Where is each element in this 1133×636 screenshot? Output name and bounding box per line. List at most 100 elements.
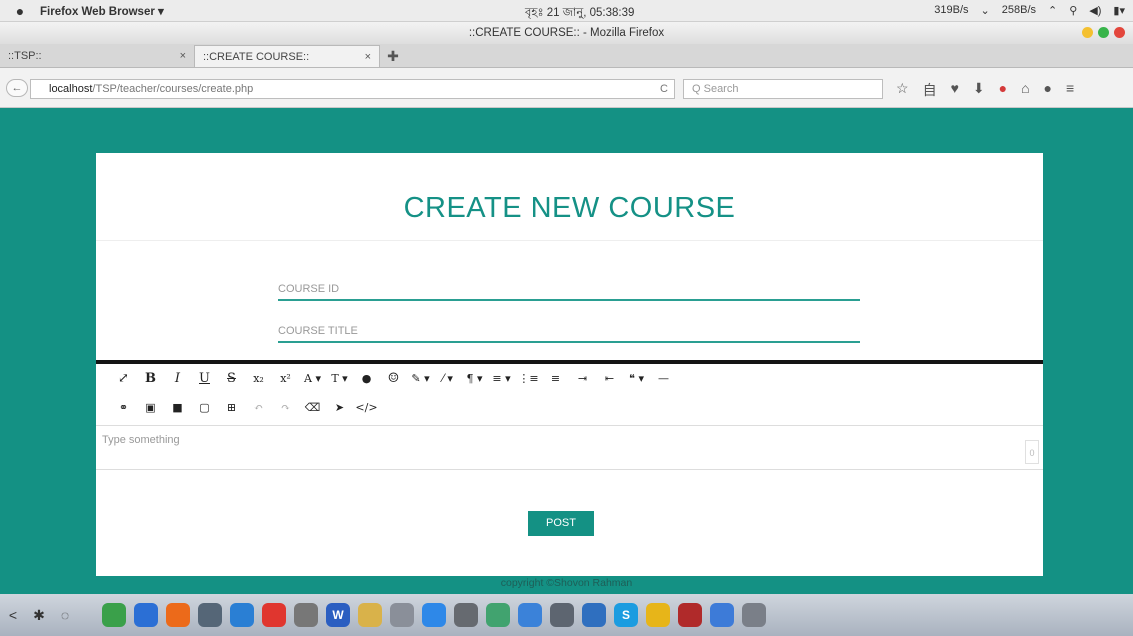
- dock-app-icon[interactable]: [454, 603, 478, 627]
- clock: বৃহঃ 21 জানু, 05:38:39: [525, 7, 635, 19]
- dock-app-icon[interactable]: [742, 603, 766, 627]
- editor-placeholder: Type something: [102, 434, 180, 446]
- unordered-list-button[interactable]: ≡: [542, 372, 569, 385]
- app-menu[interactable]: Firefox Web Browser ▾: [40, 4, 164, 18]
- tab-create-course[interactable]: ::CREATE COURSE:: ×: [195, 45, 380, 67]
- dock-app-icon[interactable]: [678, 603, 702, 627]
- italic-button[interactable]: I: [164, 371, 191, 386]
- strikethrough-button[interactable]: S: [218, 371, 245, 386]
- close-icon[interactable]: ×: [180, 50, 186, 62]
- dock-app-icon[interactable]: W: [326, 603, 350, 627]
- superscript-button[interactable]: x²: [272, 372, 299, 385]
- indent-button[interactable]: ⇥: [569, 372, 596, 385]
- bold-button[interactable]: B: [137, 371, 164, 386]
- undo-icon[interactable]: ↶: [245, 401, 272, 414]
- window-controls: [1082, 27, 1125, 38]
- upload-speed: 319B/s: [934, 4, 969, 16]
- minimize-button[interactable]: [1082, 27, 1093, 38]
- copyright-footer: copyright ©Shovon Rahman: [500, 577, 633, 589]
- reading-list-icon[interactable]: 自: [923, 80, 937, 100]
- chevron-up-icon[interactable]: ⌃: [1048, 4, 1057, 17]
- dock-app-icon[interactable]: [486, 603, 510, 627]
- search-input[interactable]: Q Search: [683, 79, 883, 99]
- bluetooth-icon[interactable]: ✱: [26, 607, 52, 624]
- dock-app-icon[interactable]: [102, 603, 126, 627]
- align-button[interactable]: ≡ ▾: [488, 372, 515, 385]
- url-host: localhost: [49, 83, 93, 95]
- color-icon[interactable]: ●: [353, 372, 380, 385]
- page-background: CREATE NEW COURSE COURSE ID COURSE TITLE…: [0, 108, 1133, 594]
- dock-app-icon[interactable]: [198, 603, 222, 627]
- outdent-button[interactable]: ⇤: [596, 372, 623, 385]
- course-id-input[interactable]: COURSE ID: [278, 279, 860, 301]
- system-menu-bar: ● Firefox Web Browser ▾ বৃহঃ 21 জানু, 05…: [0, 0, 1133, 22]
- toolbar-row-1: ⤢ B I U S x₂ x² A ▾ T ▾ ● ☺ ✎ ▾ ⁄ ▾ ¶ ▾ …: [96, 364, 1043, 393]
- dock-app-icon[interactable]: [358, 603, 382, 627]
- dock-app-icon[interactable]: [582, 603, 606, 627]
- image-icon[interactable]: ▣: [137, 401, 164, 414]
- tab-tsp[interactable]: ::TSP:: ×: [0, 45, 195, 67]
- paragraph-format-button[interactable]: ¶ ▾: [461, 372, 488, 385]
- close-icon[interactable]: ×: [365, 51, 371, 63]
- create-course-card: CREATE NEW COURSE COURSE ID COURSE TITLE…: [96, 153, 1043, 576]
- clear-formatting-icon[interactable]: ⌫: [299, 401, 326, 414]
- close-button[interactable]: [1114, 27, 1125, 38]
- video-icon[interactable]: ■: [164, 401, 191, 414]
- dock-app-icon[interactable]: [262, 603, 286, 627]
- file-icon[interactable]: ▢: [191, 401, 218, 414]
- dock-app-icon[interactable]: [518, 603, 542, 627]
- dock-app-icon[interactable]: [646, 603, 670, 627]
- new-tab-button[interactable]: ✚: [380, 45, 406, 67]
- paragraph-style-button[interactable]: ✎ ▾: [407, 372, 434, 385]
- subscript-button[interactable]: x₂: [245, 372, 272, 385]
- font-family-button[interactable]: A ▾: [299, 372, 326, 385]
- chevron-down-icon: ⌄: [980, 5, 990, 17]
- emoticon-icon[interactable]: ☺: [380, 371, 407, 386]
- apple-icon[interactable]: ●: [0, 3, 40, 19]
- page-title: CREATE NEW COURSE: [96, 153, 1043, 241]
- reload-icon[interactable]: C: [660, 80, 668, 98]
- course-title-input[interactable]: COURSE TITLE: [278, 321, 860, 343]
- dock-app-icon[interactable]: S: [614, 603, 638, 627]
- status-area: 319B/s ⌄ 258B/s ⌃ ⚲ ◀) ▮▾: [934, 4, 1125, 17]
- wifi-icon[interactable]: ⚲: [1069, 4, 1077, 17]
- back-button[interactable]: ←: [6, 79, 28, 97]
- font-size-button[interactable]: T ▾: [326, 372, 353, 385]
- fullscreen-icon[interactable]: ⤢: [110, 371, 137, 386]
- volume-icon[interactable]: ◀): [1089, 4, 1101, 17]
- underline-button[interactable]: U: [191, 371, 218, 386]
- dock-app-icon[interactable]: [294, 603, 318, 627]
- toolbar-icons: ☆ 自 ♥ ⬇ ● ⌂ ● ≡: [896, 80, 1074, 100]
- code-view-icon[interactable]: </>: [353, 401, 380, 414]
- url-bar[interactable]: localhost/TSP/teacher/courses/create.php…: [30, 79, 675, 99]
- dock-app-icon[interactable]: [390, 603, 414, 627]
- addon-icon[interactable]: ●: [999, 80, 1007, 100]
- dock-app-icon[interactable]: [710, 603, 734, 627]
- menu-icon[interactable]: ≡: [1066, 80, 1074, 100]
- redo-icon[interactable]: ↷: [272, 401, 299, 414]
- download-icon[interactable]: ⬇: [973, 80, 985, 100]
- dock-app-icon[interactable]: [550, 603, 574, 627]
- ordered-list-button[interactable]: ⋮≡: [515, 372, 542, 385]
- horizontal-line-button[interactable]: —: [650, 372, 677, 385]
- battery-icon[interactable]: ▮▾: [1113, 4, 1125, 17]
- dock-app-icon[interactable]: [134, 603, 158, 627]
- home-icon[interactable]: ⌂: [1021, 80, 1029, 100]
- editor-toolbar: ⤢ B I U S x₂ x² A ▾ T ▾ ● ☺ ✎ ▾ ⁄ ▾ ¶ ▾ …: [96, 364, 1043, 426]
- select-all-icon[interactable]: ➤: [326, 401, 353, 414]
- bookmark-star-icon[interactable]: ☆: [896, 80, 909, 100]
- maximize-button[interactable]: [1098, 27, 1109, 38]
- dock-app-icon[interactable]: [422, 603, 446, 627]
- post-button[interactable]: POST: [528, 511, 594, 536]
- chat-icon[interactable]: ●: [1044, 80, 1052, 100]
- table-icon[interactable]: ⊞: [218, 401, 245, 414]
- pocket-icon[interactable]: ♥: [951, 80, 959, 100]
- dock-back-icon[interactable]: <: [0, 607, 26, 623]
- editor-textarea[interactable]: Type something 0: [96, 426, 1043, 466]
- dock-app-icon[interactable]: [166, 603, 190, 627]
- quote-button[interactable]: ❝ ▾: [623, 372, 650, 385]
- spinner-icon: ◌: [60, 607, 70, 623]
- dock-app-icon[interactable]: [230, 603, 254, 627]
- inline-style-button[interactable]: ⁄ ▾: [434, 372, 461, 385]
- link-icon[interactable]: ⚭: [110, 401, 137, 414]
